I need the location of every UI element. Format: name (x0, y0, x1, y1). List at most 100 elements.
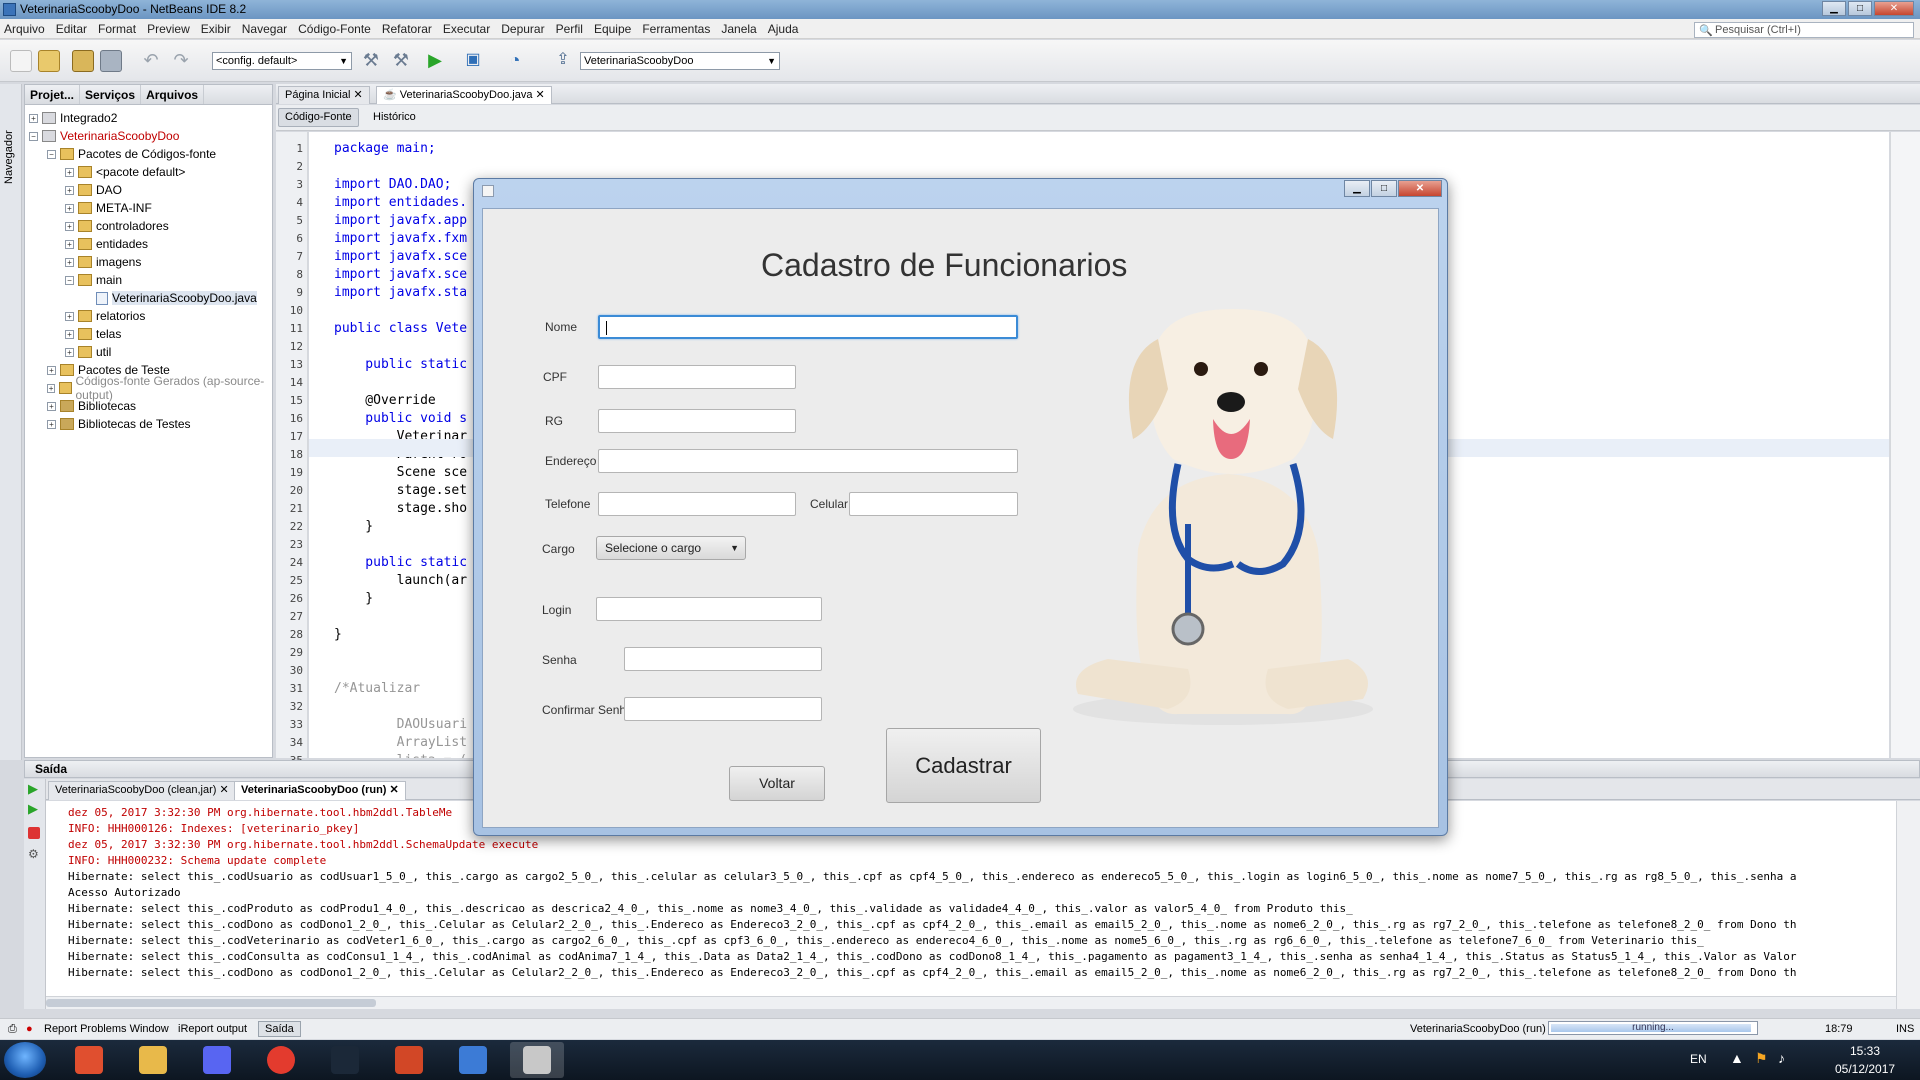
expand-toggle-icon[interactable]: + (65, 347, 74, 357)
expand-toggle-icon[interactable]: + (47, 401, 56, 411)
run-icon[interactable]: ▶ (424, 50, 446, 72)
expand-toggle-icon[interactable]: + (65, 203, 74, 213)
expand-toggle-icon[interactable]: + (65, 311, 74, 321)
taskbar-app-button[interactable] (510, 1042, 564, 1078)
tree-item[interactable]: + Integrado2 (29, 109, 117, 127)
cadastrar-button[interactable]: Cadastrar (886, 728, 1041, 803)
tab-projects[interactable]: Projet... (25, 85, 81, 104)
status-ireport[interactable]: iReport output (178, 1023, 247, 1035)
tree-item[interactable]: + entidades (65, 235, 148, 253)
senha-input[interactable] (624, 647, 822, 671)
expand-toggle-icon[interactable]: + (65, 257, 74, 267)
login-input[interactable] (596, 597, 822, 621)
confirmar-senha-input[interactable] (624, 697, 822, 721)
volume-icon[interactable]: ♪ (1778, 1050, 1785, 1066)
menu-equipe[interactable]: Equipe (594, 22, 631, 36)
menu-format[interactable]: Format (98, 22, 136, 36)
menu-depurar[interactable]: Depurar (501, 22, 544, 36)
open-project-icon[interactable] (72, 50, 94, 72)
network-icon[interactable]: ▲ (1730, 1050, 1744, 1066)
language-indicator[interactable]: EN (1690, 1052, 1707, 1066)
redo-icon[interactable]: ↷ (170, 50, 192, 72)
history-mode-button[interactable]: Histórico (366, 108, 423, 127)
expand-toggle-icon[interactable]: − (47, 149, 56, 159)
tree-item[interactable]: VeterinariaScoobyDoo.java (83, 289, 257, 307)
expand-toggle-icon[interactable]: + (65, 185, 74, 195)
tree-item[interactable]: + telas (65, 325, 121, 343)
expand-toggle-icon[interactable]: + (65, 221, 74, 231)
status-output[interactable]: Saída (258, 1021, 301, 1037)
close-icon[interactable]: ✕ (354, 89, 363, 101)
expand-toggle-icon[interactable]: + (65, 239, 74, 249)
tree-item[interactable]: + relatorios (65, 307, 145, 325)
undo-icon[interactable]: ↶ (140, 50, 162, 72)
expand-toggle-icon[interactable]: + (47, 383, 56, 393)
expand-toggle-icon[interactable]: + (65, 167, 74, 177)
dialog-maximize-button[interactable]: □ (1371, 180, 1397, 197)
search-input[interactable]: 🔍 Pesquisar (Ctrl+I) (1694, 22, 1914, 38)
close-icon[interactable]: ✕ (536, 89, 545, 101)
taskbar-app-button[interactable] (382, 1042, 436, 1078)
menu-janela[interactable]: Janela (721, 22, 756, 36)
clean-build-icon[interactable]: ⚒ (390, 50, 412, 72)
tab-files[interactable]: Arquivos (141, 85, 205, 104)
tree-item[interactable]: + <pacote default> (65, 163, 185, 181)
save-all-icon[interactable] (100, 50, 122, 72)
nome-input[interactable] (598, 315, 1018, 339)
dialog-close-button[interactable]: ✕ (1398, 180, 1442, 197)
menu-perfil[interactable]: Perfil (556, 22, 583, 36)
taskbar-app-button[interactable] (254, 1042, 308, 1078)
menu-arquivo[interactable]: Arquivo (4, 22, 45, 36)
source-mode-button[interactable]: Código-Fonte (278, 108, 359, 127)
menu-refatorar[interactable]: Refatorar (382, 22, 432, 36)
status-report-problems[interactable]: Report Problems Window (44, 1023, 169, 1035)
tab-main-java[interactable]: ☕ VeterinariaScoobyDoo.java ✕ (376, 86, 552, 104)
minimize-button[interactable]: ▁ (1822, 1, 1846, 16)
stop-icon[interactable] (28, 827, 40, 839)
settings-icon[interactable]: ⚙ (28, 847, 39, 861)
telefone-input[interactable] (598, 492, 796, 516)
output-horizontal-scrollbar[interactable] (46, 996, 1896, 1009)
taskbar-app-button[interactable] (446, 1042, 500, 1078)
tree-item[interactable]: + Bibliotecas (47, 397, 136, 415)
scrollbar-thumb[interactable] (46, 999, 376, 1007)
tree-item[interactable]: − VeterinariaScoobyDoo (29, 127, 179, 145)
deploy-icon[interactable]: ⇪ (552, 50, 574, 72)
expand-toggle-icon[interactable]: + (47, 419, 56, 429)
maximize-button[interactable]: □ (1848, 1, 1872, 16)
taskbar-app-button[interactable] (62, 1042, 116, 1078)
close-icon[interactable]: ✕ (219, 784, 228, 796)
menu-navegar[interactable]: Navegar (242, 22, 287, 36)
voltar-button[interactable]: Voltar (729, 766, 825, 801)
new-file-icon[interactable] (10, 50, 32, 72)
menu-ajuda[interactable]: Ajuda (768, 22, 799, 36)
notification-icon[interactable]: ⚑ (1755, 1050, 1768, 1067)
dialog-minimize-button[interactable]: ▁ (1344, 180, 1370, 197)
rerun-icon[interactable]: ▶ (28, 781, 38, 797)
menu-editar[interactable]: Editar (56, 22, 87, 36)
close-icon[interactable]: ✕ (390, 784, 399, 796)
menu-preview[interactable]: Preview (147, 22, 190, 36)
taskbar-app-button[interactable] (190, 1042, 244, 1078)
tab-services[interactable]: Serviços (80, 85, 142, 104)
endereco-input[interactable] (598, 449, 1018, 473)
output-vertical-scrollbar[interactable] (1896, 801, 1920, 1009)
tree-item[interactable]: − main (65, 271, 122, 289)
expand-toggle-icon[interactable]: + (47, 365, 56, 375)
navigator-tab[interactable]: Navegador (3, 130, 15, 184)
taskbar-app-button[interactable] (318, 1042, 372, 1078)
close-button[interactable]: ✕ (1874, 1, 1914, 16)
tree-item[interactable]: + DAO (65, 181, 122, 199)
debug-icon[interactable]: ▣ (462, 50, 484, 72)
taskbar-app-button[interactable] (126, 1042, 180, 1078)
expand-toggle-icon[interactable]: + (65, 329, 74, 339)
tab-output-run[interactable]: VeterinariaScoobyDoo (run) ✕ (234, 781, 406, 800)
tree-item[interactable]: + util (65, 343, 111, 361)
cargo-select[interactable]: Selecione o cargo ▼ (596, 536, 746, 560)
project-select[interactable]: VeterinariaScoobyDoo ▼ (580, 52, 780, 70)
tree-item[interactable]: − Pacotes de Códigos-fonte (47, 145, 216, 163)
expand-toggle-icon[interactable]: − (29, 131, 38, 141)
menu-ferramentas[interactable]: Ferramentas (642, 22, 710, 36)
tab-start-page[interactable]: Página Inicial ✕ (278, 86, 370, 104)
cpf-input[interactable] (598, 365, 796, 389)
